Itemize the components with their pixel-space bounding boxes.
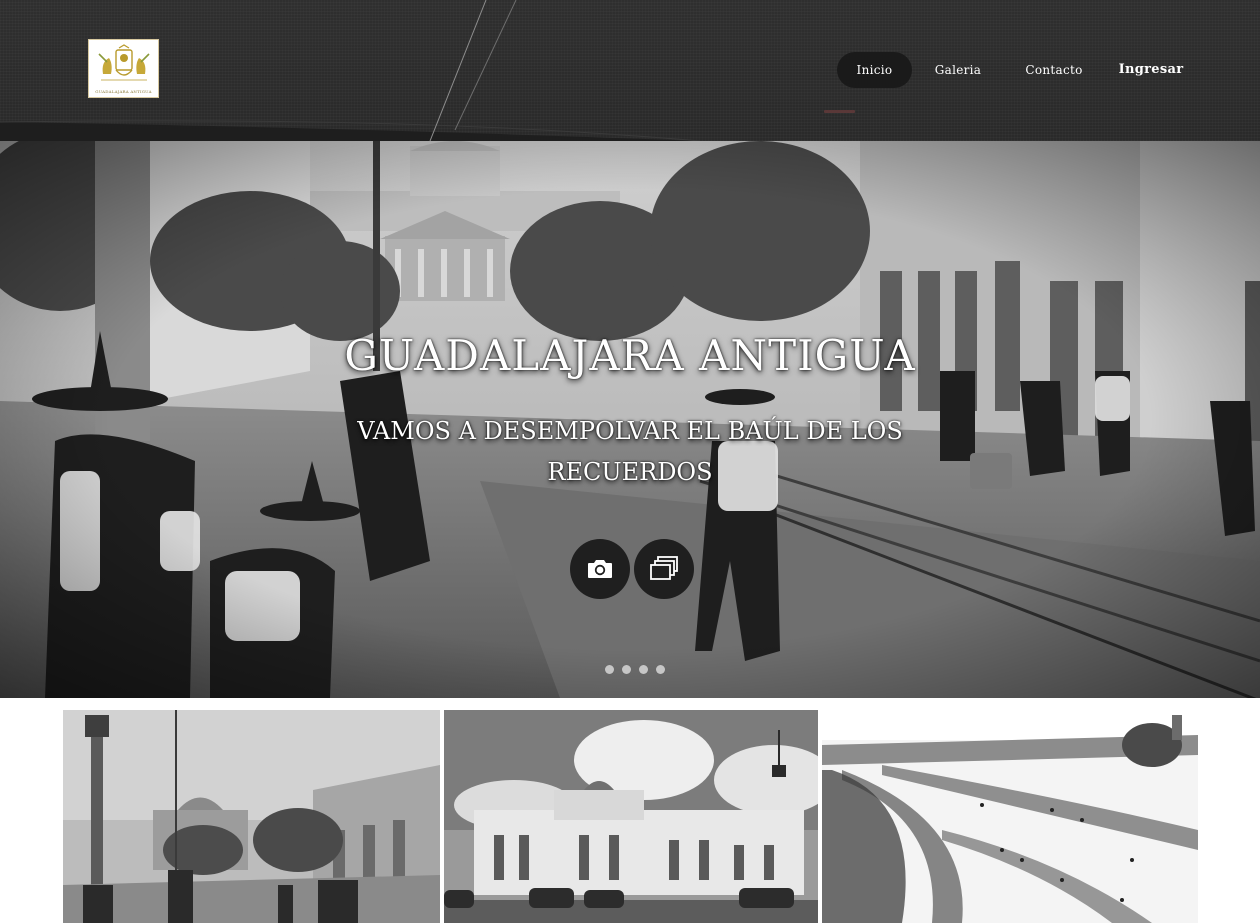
slider-dots (605, 665, 665, 675)
slider-dot[interactable] (639, 665, 648, 674)
hero-title: GUADALAJARA ANTIGUA (344, 331, 916, 380)
hero-subtitle: VAMOS A DESEMPOLVAR EL BAÚL DE LOS RECUE… (357, 417, 903, 486)
nav-ingresar[interactable]: Ingresar (1112, 52, 1190, 88)
gallery-icon (650, 556, 678, 580)
slider-dot[interactable] (656, 665, 665, 674)
slider-dot[interactable] (622, 665, 631, 674)
gallery-thumbnail[interactable] (822, 710, 1198, 923)
hero-slider: GUADALAJARA ANTIGUA VAMOS A DESEMPOLVAR … (0, 141, 1260, 698)
gallery-button[interactable] (634, 539, 694, 599)
thumbnail-image (444, 710, 818, 923)
logo-text: GUADALAJARA ANTIGUA (95, 88, 152, 94)
gallery-thumbnail[interactable] (63, 710, 440, 923)
camera-button[interactable] (570, 539, 630, 599)
site-header: GUADALAJARA ANTIGUA Inicio Galeria Conta… (0, 0, 1260, 141)
thumbnail-image (822, 710, 1198, 923)
slider-dot[interactable] (605, 665, 614, 674)
nav-contacto[interactable]: Contacto (1014, 52, 1094, 88)
thumbnail-image (63, 710, 440, 923)
nav-active-indicator (824, 110, 855, 113)
nav-inicio[interactable]: Inicio (837, 52, 912, 88)
nav-galeria[interactable]: Galeria (924, 52, 992, 88)
main-nav: Inicio Galeria Contacto Ingresar (0, 52, 1260, 88)
camera-icon (588, 560, 612, 578)
gallery-thumbnail[interactable] (444, 710, 818, 923)
